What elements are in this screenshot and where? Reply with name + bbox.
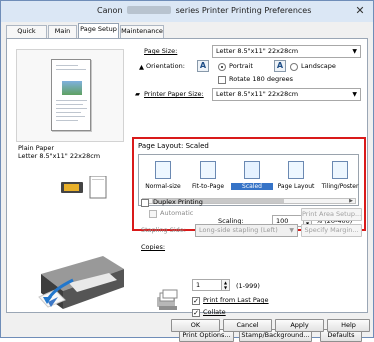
portrait-label: Portrait <box>229 62 253 70</box>
layout-option-label: Page Layout <box>277 183 315 190</box>
window-title-suffix: series Printer Printing Preferences <box>175 6 312 15</box>
window-title-prefix: Canon <box>97 6 123 15</box>
landscape-label: Landscape <box>301 62 336 70</box>
tab-quick-setup[interactable]: Quick Setup <box>6 25 47 46</box>
thumbnail-text-line <box>56 104 83 105</box>
apply-button[interactable]: Apply <box>275 319 324 332</box>
stapling-side-select[interactable]: Long-side stapling (Left) ▼ <box>195 224 298 237</box>
thumbnail-text-line <box>56 120 78 121</box>
layout-option-fit-to-page[interactable]: Fit-to-Page <box>187 158 229 203</box>
page-layout-value: Scaled <box>185 142 209 150</box>
page-layout-icon <box>288 161 304 179</box>
scaled-icon <box>244 161 260 179</box>
cancel-button[interactable]: Cancel <box>223 319 272 332</box>
rotate-180-checkbox[interactable] <box>218 76 226 84</box>
tab-main[interactable]: Main <box>48 25 77 38</box>
duplex-printing-label: Duplex Printing <box>153 198 203 206</box>
title-bar: Canon series Printer Printing Preference… <box>1 1 373 22</box>
close-icon[interactable]: ✕ <box>352 4 368 18</box>
chevron-down-icon: ▼ <box>352 48 357 55</box>
print-area-setup-button[interactable]: Print Area Setup... <box>301 208 362 221</box>
thumbnail-text-line <box>56 100 87 101</box>
printer-icon <box>38 256 124 309</box>
page-size-label: Page Size: <box>144 47 178 55</box>
copies-input[interactable]: 1 <box>192 279 222 291</box>
page-thumbnail <box>51 59 91 131</box>
page-size-value: Letter 8.5"x11" 22x28cm <box>216 47 299 55</box>
copies-range: (1-999) <box>236 282 260 290</box>
paper-orientation-icon <box>61 176 107 199</box>
printer-model-redaction <box>127 6 172 14</box>
collate-checkbox[interactable]: ✓ <box>192 309 200 317</box>
printer-paper-size-select[interactable]: Letter 8.5"x11" 22x28cm ▼ <box>212 88 361 101</box>
copies-icon <box>157 289 178 310</box>
paper-summary: Plain Paper Letter 8.5"x11" 22x28cm <box>18 144 138 160</box>
paper-size-label: Letter 8.5"x11" 22x28cm <box>18 152 101 160</box>
collate-label: Collate <box>203 308 226 316</box>
chevron-down-icon: ▼ <box>352 91 357 98</box>
print-from-last-page-checkbox[interactable]: ✓ <box>192 297 200 305</box>
portrait-orientation-icon: A <box>197 60 209 72</box>
page-setup-panel: Plain Paper Letter 8.5"x11" 22x28cm Page… <box>6 38 368 342</box>
automatic-label: Automatic <box>160 209 194 217</box>
print-from-last-page-label: Print from Last Page <box>203 296 269 304</box>
help-button[interactable]: Help <box>327 319 370 332</box>
layout-option-label: Tiling/Poster <box>321 183 359 190</box>
landscape-orientation-icon: A <box>274 60 286 72</box>
paper-type-label: Plain Paper <box>18 144 55 152</box>
thumbnail-text-line <box>56 108 87 109</box>
thumbnail-text-line <box>56 116 85 117</box>
layout-option-tiling-poster[interactable]: Tiling/Poster <box>319 158 361 203</box>
rotate-180-label: Rotate 180 degrees <box>229 75 293 83</box>
normal-size-icon <box>155 161 171 179</box>
page-layout-status: Page Layout: Scaled <box>138 142 209 150</box>
printer-icon: ▰ <box>135 90 140 98</box>
paper-preview <box>16 49 124 142</box>
orientation-icon: ▲ <box>139 63 144 71</box>
printer-preferences-window: Canon series Printer Printing Preference… <box>0 0 374 342</box>
spin-down-icon[interactable]: ▼ <box>222 285 229 290</box>
tiling-poster-icon <box>332 161 348 179</box>
window-title: Canon series Printer Printing Preference… <box>97 6 311 15</box>
layout-option-label: Scaled <box>231 183 273 190</box>
tab-page-setup[interactable]: Page Setup <box>78 23 119 39</box>
copies-label: Copies: <box>141 243 166 251</box>
thumbnail-text-line <box>56 65 78 66</box>
portrait-radio[interactable] <box>218 63 226 71</box>
specify-margin-button[interactable]: Specify Margin... <box>301 224 362 237</box>
chevron-down-icon: ▼ <box>289 227 294 234</box>
stapling-side-label: Stapling Side: <box>141 226 186 234</box>
printer-paper-size-label: Printer Paper Size: <box>144 90 204 98</box>
page-size-select[interactable]: Letter 8.5"x11" 22x28cm ▼ <box>212 45 361 58</box>
stapling-side-value: Long-side stapling (Left) <box>199 226 278 234</box>
layout-option-normal-size[interactable]: Normal-size <box>142 158 184 203</box>
automatic-checkbox[interactable] <box>149 210 157 218</box>
printer-paper-size-value: Letter 8.5"x11" 22x28cm <box>216 90 299 98</box>
duplex-printing-checkbox[interactable] <box>141 199 149 207</box>
page-layout-label: Page Layout: <box>138 142 184 150</box>
fit-to-page-icon <box>200 161 216 179</box>
thumbnail-image <box>62 81 82 95</box>
thumbnail-text-line <box>56 69 86 70</box>
landscape-radio[interactable] <box>290 63 298 71</box>
layout-option-page-layout[interactable]: Page Layout <box>275 158 317 203</box>
copies-spinner[interactable]: ▲ ▼ <box>221 279 230 291</box>
tab-maintenance[interactable]: Maintenance <box>120 25 164 38</box>
ok-button[interactable]: OK <box>171 319 220 332</box>
layout-option-scaled[interactable]: Scaled <box>231 158 273 203</box>
scroll-right-icon[interactable]: ▶ <box>347 198 355 204</box>
layout-option-label: Fit-to-Page <box>191 183 225 190</box>
layout-option-label: Normal-size <box>145 183 181 190</box>
orientation-label: Orientation: <box>146 62 185 70</box>
thumbnail-text-line <box>56 112 81 113</box>
